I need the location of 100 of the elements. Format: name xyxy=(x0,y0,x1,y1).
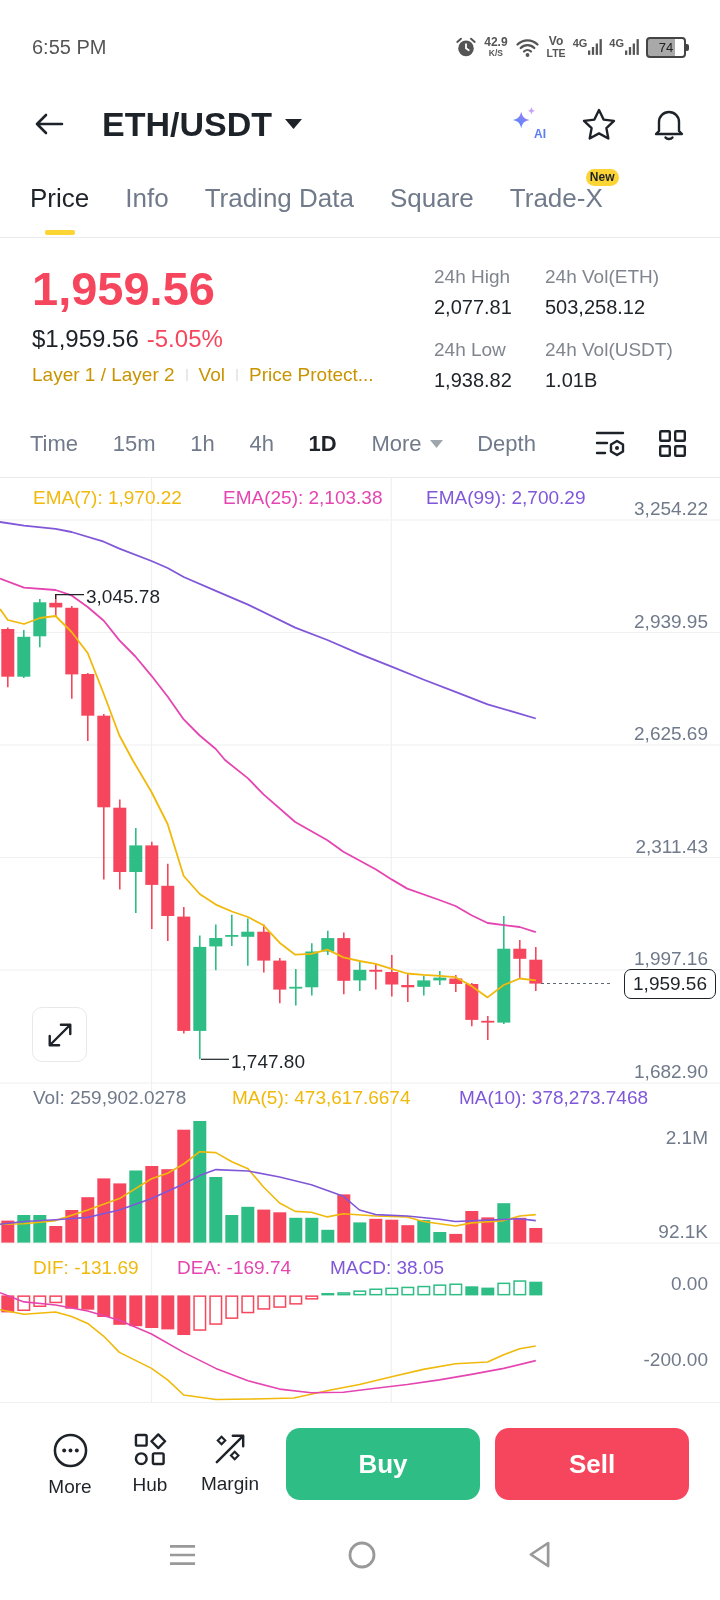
macd-bar xyxy=(17,1295,31,1311)
interval-dropdown[interactable]: More xyxy=(371,428,443,459)
volume-legend: Vol: 259,902.0278 xyxy=(33,1087,187,1108)
macd-bar xyxy=(353,1290,367,1296)
interval-tab[interactable]: 1h xyxy=(190,428,215,459)
volume-bar xyxy=(385,1219,399,1243)
volume-bar xyxy=(241,1206,255,1243)
caret-icon xyxy=(429,439,443,448)
tab[interactable]: Square xyxy=(389,181,474,237)
price-axis-label: 3,254.22 xyxy=(634,498,708,519)
candlestick xyxy=(81,672,95,742)
price-axis-label: 2,939.95 xyxy=(634,610,708,632)
candlestick xyxy=(401,973,415,1003)
macd-axis-label: 0.00 xyxy=(671,1273,708,1294)
sell-button[interactable]: Sell xyxy=(495,1428,689,1500)
candlestick xyxy=(209,923,223,972)
macd-bar xyxy=(193,1295,207,1331)
macd-bar xyxy=(177,1295,191,1335)
stat-label: 24h Low xyxy=(434,338,507,362)
high-price-label: 3,045.78 xyxy=(86,586,160,607)
interval-tab[interactable]: 15m xyxy=(112,428,156,459)
tab[interactable]: Info xyxy=(125,181,169,237)
tag-link[interactable]: Price Protect... xyxy=(249,362,374,388)
macd-bar xyxy=(433,1284,447,1296)
candlestick xyxy=(289,968,303,1007)
stat-label: 24h High xyxy=(434,265,512,289)
home-button[interactable] xyxy=(348,1540,376,1569)
macd-bar xyxy=(289,1295,303,1305)
tab[interactable]: Price xyxy=(30,181,90,237)
macd-bar xyxy=(97,1295,111,1317)
macd-bar xyxy=(65,1295,79,1309)
macd-bar xyxy=(241,1295,255,1314)
macd-bar xyxy=(33,1295,47,1307)
action-button[interactable]: Hub xyxy=(118,1428,182,1496)
candlestick xyxy=(465,982,479,1028)
candlestick xyxy=(385,954,399,998)
volume-axis-label: 2.1M xyxy=(665,1127,708,1148)
action-button[interactable]: More xyxy=(38,1428,102,1498)
network-speed-unit: K/S xyxy=(488,49,503,58)
volume-bar xyxy=(289,1217,303,1243)
favorite-button[interactable] xyxy=(582,107,616,141)
macd-legend: MACD: 38.05 xyxy=(330,1257,445,1278)
macd-bar xyxy=(465,1286,479,1296)
macd-bar xyxy=(81,1295,95,1310)
tag-link[interactable]: Layer 1 / Layer 2 xyxy=(32,362,175,388)
system-back-button[interactable] xyxy=(528,1540,551,1569)
tag-link[interactable]: Vol xyxy=(198,362,225,388)
ai-assistant-button[interactable]: AI xyxy=(510,106,546,142)
buy-button[interactable]: Buy xyxy=(286,1428,480,1500)
macd-bar xyxy=(417,1285,431,1296)
new-badge: New xyxy=(585,169,619,186)
macd-legend: DEA: -169.74 xyxy=(177,1257,292,1278)
price-axis-label: 1,997.16 xyxy=(634,948,708,969)
interval-tab[interactable]: Time xyxy=(30,428,79,459)
interval-tab[interactable]: 1D xyxy=(308,428,337,459)
macd-bar xyxy=(369,1288,383,1296)
menu-icon xyxy=(169,1542,196,1567)
stat-label: 24h Vol(USDT) xyxy=(545,338,674,362)
tab[interactable]: Trading Data xyxy=(204,181,354,237)
action-button[interactable]: Margin xyxy=(198,1428,262,1495)
volume-bar xyxy=(417,1220,431,1243)
network-type: 4G xyxy=(572,38,588,49)
ema-legend: EMA(99): 2,700.29 xyxy=(426,487,586,508)
macd-bar xyxy=(449,1283,463,1296)
triangle-icon xyxy=(528,1540,551,1569)
macd-bar xyxy=(209,1295,223,1325)
diagonal-arrow-icon xyxy=(214,1433,246,1465)
stat-value: 503,258.12 xyxy=(545,295,647,320)
macd-bar xyxy=(129,1295,143,1327)
shapes-icon xyxy=(133,1433,167,1466)
candlestick xyxy=(17,629,31,679)
interval-tab[interactable]: 4h xyxy=(249,428,274,459)
macd-legend: DIF: -131.69 xyxy=(33,1257,139,1278)
pair-selector[interactable]: ETH/USDT xyxy=(102,104,302,144)
volume-bar xyxy=(369,1218,383,1243)
macd-bar xyxy=(113,1295,127,1325)
candlestick xyxy=(369,962,383,991)
volume-axis-label: 92.1K xyxy=(658,1221,708,1242)
macd-bar xyxy=(273,1295,287,1308)
leader-line xyxy=(55,594,85,600)
back-button[interactable] xyxy=(34,112,64,136)
volume-bar xyxy=(33,1215,47,1243)
stat-value: 1.01B xyxy=(545,368,599,393)
interval-tab[interactable]: Depth xyxy=(477,428,536,459)
fullscreen-button[interactable] xyxy=(32,1007,87,1062)
macd-bar xyxy=(145,1295,159,1328)
layout-button[interactable] xyxy=(659,430,686,457)
candlestick xyxy=(33,598,47,649)
low-price-label: 1,747.80 xyxy=(231,1050,305,1072)
volume-bar xyxy=(337,1194,351,1243)
candlestick xyxy=(449,974,463,993)
ema-legend: EMA(7): 1,970.22 xyxy=(33,487,182,508)
volume-bar xyxy=(353,1222,367,1243)
price-axis-label: 2,625.69 xyxy=(634,723,708,744)
volume-bar xyxy=(401,1225,415,1243)
alarm-icon xyxy=(455,36,478,58)
volume-bar xyxy=(529,1228,543,1243)
recent-apps-button[interactable] xyxy=(169,1542,196,1567)
star-icon xyxy=(582,107,616,141)
indicator-settings-button[interactable] xyxy=(595,429,627,458)
